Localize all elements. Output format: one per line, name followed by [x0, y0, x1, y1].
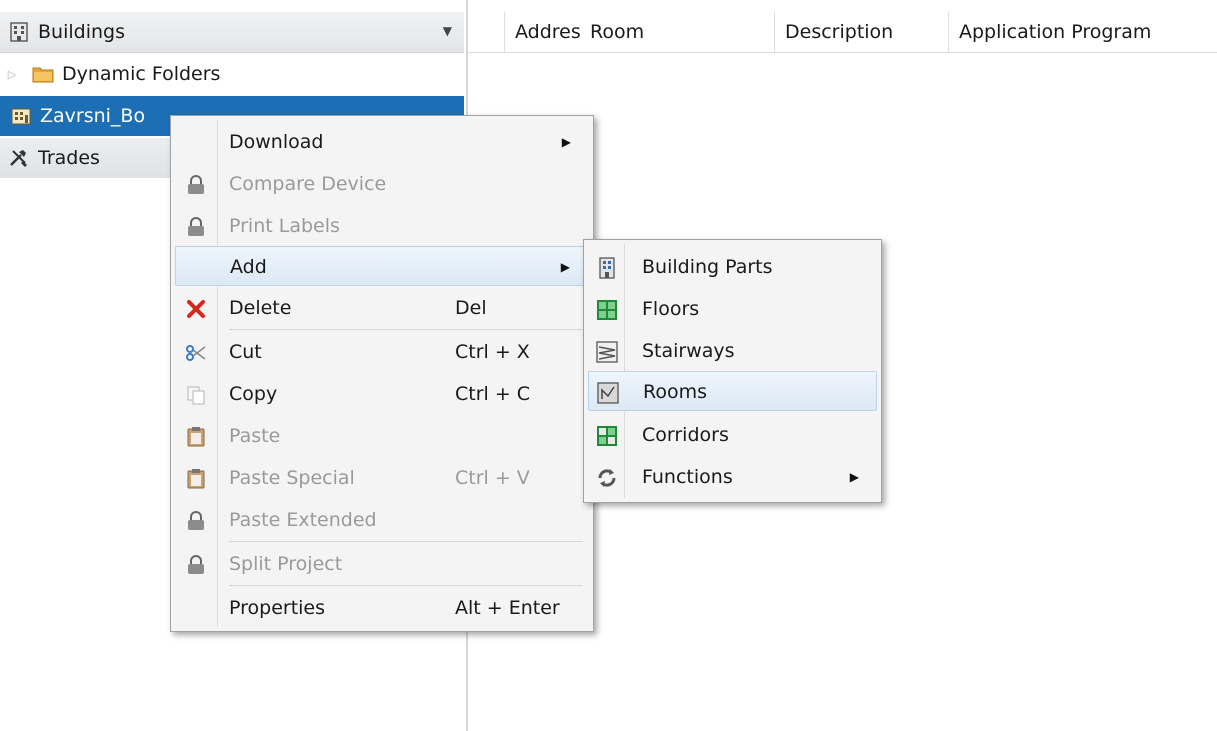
- menu-item-compare-device[interactable]: Compare Device: [175, 164, 589, 204]
- clipboard-icon: [187, 427, 205, 447]
- shortcut-label: Del: [455, 297, 487, 319]
- menu-item-copy[interactable]: Copy Ctrl + C: [175, 374, 589, 414]
- lock-icon: [188, 217, 204, 236]
- rooms-icon: [597, 382, 619, 404]
- submenu-arrow-icon: ▶: [560, 260, 570, 274]
- tree-item-label: Dynamic Folders: [62, 63, 221, 85]
- tree-item-dynamic-folders[interactable]: ▷ Dynamic Folders: [0, 54, 464, 94]
- menu-item-add[interactable]: Add ▶: [175, 246, 589, 286]
- submenu-item-corridors[interactable]: Corridors: [588, 415, 877, 455]
- shortcut-label: Ctrl + X: [455, 341, 530, 363]
- tree-header[interactable]: Buildings ▼: [0, 12, 464, 53]
- grid-header: Addres Room Description Application Prog…: [468, 12, 1217, 53]
- building-parts-icon: [599, 257, 615, 279]
- submenu-arrow-icon: ▶: [561, 135, 571, 149]
- menu-item-print-labels[interactable]: Print Labels: [175, 206, 589, 246]
- column-header-room[interactable]: Room: [580, 12, 776, 52]
- submenu-item-stairways[interactable]: Stairways: [588, 331, 877, 371]
- expand-arrow-icon[interactable]: ▷: [2, 68, 22, 81]
- tools-icon: [10, 150, 27, 167]
- chevron-down-icon[interactable]: ▼: [443, 24, 452, 38]
- menu-item-paste-extended[interactable]: Paste Extended: [175, 500, 589, 540]
- tree-item-label: Trades: [38, 147, 100, 169]
- shortcut-label: Ctrl + V: [455, 467, 530, 489]
- column-header-address[interactable]: Addres: [504, 12, 590, 52]
- menu-item-paste-special[interactable]: Paste Special Ctrl + V: [175, 458, 589, 498]
- lock-icon: [188, 175, 204, 194]
- shortcut-label: Alt + Enter: [455, 597, 560, 619]
- submenu-item-functions[interactable]: Functions ▶: [588, 457, 877, 497]
- menu-item-delete[interactable]: Delete Del: [175, 288, 589, 328]
- copy-icon: [187, 386, 205, 405]
- shortcut-label: Ctrl + C: [455, 383, 531, 405]
- lock-icon: [188, 555, 204, 574]
- floors-icon: [597, 300, 617, 320]
- column-header-application-program[interactable]: Application Program: [948, 12, 1217, 52]
- functions-refresh-icon: [598, 469, 616, 487]
- menu-item-paste[interactable]: Paste: [175, 416, 589, 456]
- submenu-item-building-parts[interactable]: Building Parts: [588, 247, 877, 287]
- menu-separator: [229, 541, 583, 542]
- add-submenu: Building Parts Floors Stairways Rooms Co…: [583, 239, 882, 503]
- clipboard-icon: [187, 469, 205, 489]
- building-part-icon: [11, 108, 31, 125]
- menu-separator: [229, 585, 583, 586]
- submenu-arrow-icon: ▶: [849, 470, 859, 484]
- scissors-icon: [186, 345, 206, 361]
- lock-icon: [188, 511, 204, 530]
- menu-item-properties[interactable]: Properties Alt + Enter: [175, 588, 589, 628]
- delete-x-icon: [187, 300, 205, 318]
- building-icon: [10, 22, 28, 42]
- tree-header-title: Buildings: [38, 21, 125, 43]
- folder-icon: [32, 67, 54, 83]
- stairways-icon: [596, 341, 618, 363]
- menu-item-cut[interactable]: Cut Ctrl + X: [175, 332, 589, 372]
- corridors-icon: [597, 426, 617, 446]
- menu-item-download[interactable]: Download ▶: [175, 122, 589, 162]
- menu-separator: [229, 329, 583, 330]
- menu-item-split-project[interactable]: Split Project: [175, 544, 589, 584]
- submenu-item-rooms[interactable]: Rooms: [588, 371, 877, 411]
- submenu-item-floors[interactable]: Floors: [588, 289, 877, 329]
- tree-item-label: Zavrsni_Bo: [40, 105, 146, 127]
- column-header-description[interactable]: Description: [774, 12, 950, 52]
- context-menu: Download ▶ Compare Device Print Labels A…: [170, 115, 594, 632]
